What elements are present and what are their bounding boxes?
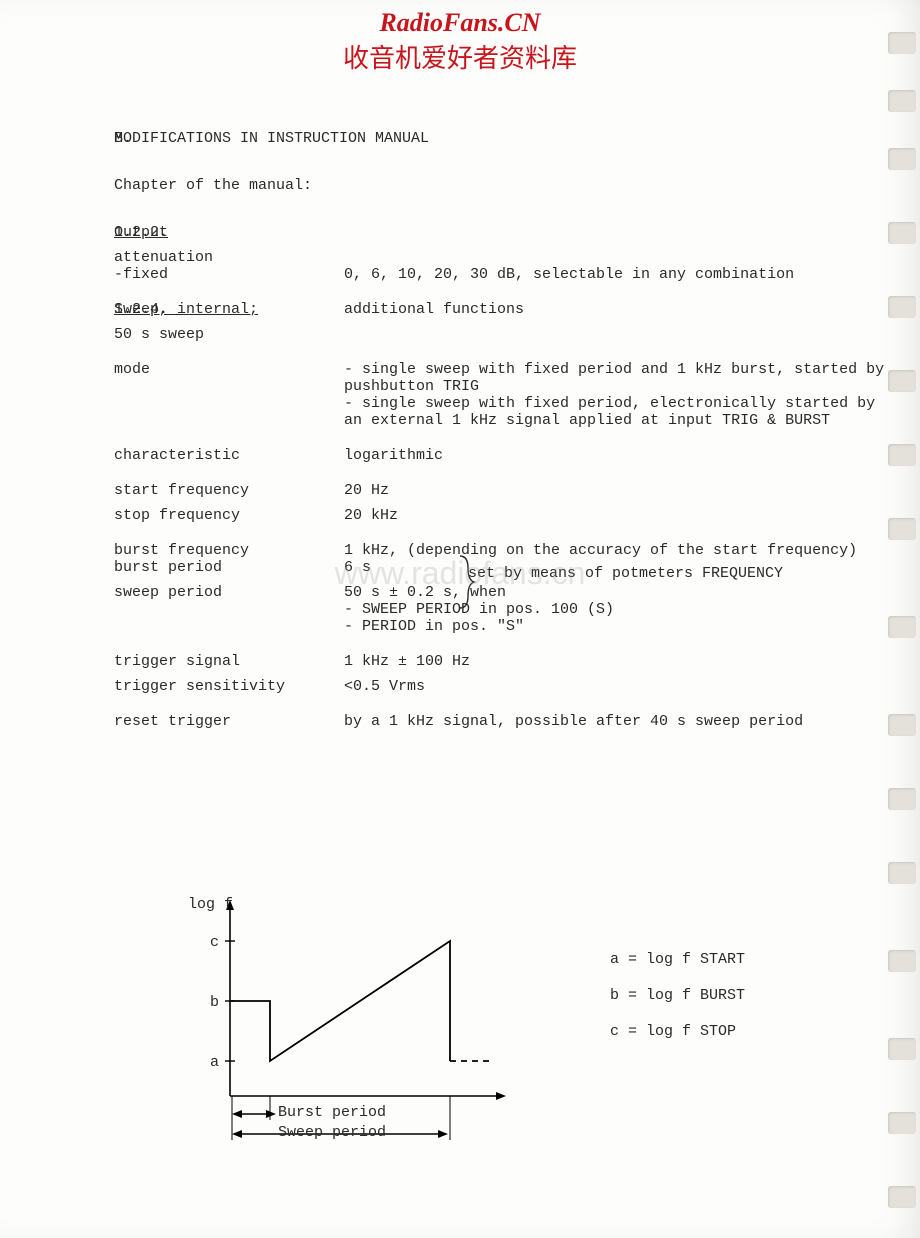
sweep-period-value-2: - SWEEP PERIOD in pos. 100 (S) xyxy=(344,601,890,618)
burst-period-label: burst period xyxy=(114,559,334,576)
legend-c: c = log f STOP xyxy=(610,1014,745,1050)
trigger-sensitivity-value: <0.5 Vrms xyxy=(334,678,890,695)
reset-trigger-label: reset trigger xyxy=(114,713,334,730)
sweep-period-label: sweep period xyxy=(114,584,334,635)
fixed-value: 0, 6, 10, 20, 30 dB, selectable in any c… xyxy=(334,266,890,283)
legend-a: a = log f START xyxy=(610,942,745,978)
y-tick-b: b xyxy=(210,994,219,1011)
watermark-header: RadioFans.CN 收音机爱好者资料库 xyxy=(0,8,920,75)
sweep-period-value-3: - PERIOD in pos. "S" xyxy=(344,618,890,635)
mode-line-2: - single sweep with fixed period, electr… xyxy=(344,395,890,429)
punch-hole xyxy=(888,90,916,112)
diagram-legend: a = log f START b = log f BURST c = log … xyxy=(610,942,745,1050)
punch-hole xyxy=(888,950,916,972)
punch-hole xyxy=(888,616,916,638)
stop-frequency-label: stop frequency xyxy=(114,507,334,524)
sweep-period-value-1: 50 s ± 0.2 s, when xyxy=(344,584,890,601)
section-title: MODIFICATIONS IN INSTRUCTION MANUAL xyxy=(114,130,890,147)
chapter-line: Chapter of the manual: xyxy=(114,177,890,194)
punch-hole xyxy=(888,148,916,170)
trigger-signal-label: trigger signal xyxy=(114,653,334,670)
punch-hole xyxy=(888,714,916,736)
sweep-50s: 50 s sweep xyxy=(114,326,334,343)
stop-frequency-value: 20 kHz xyxy=(334,507,890,524)
mode-line-1: - single sweep with fixed period and 1 k… xyxy=(344,361,890,395)
reset-trigger-value: by a 1 kHz signal, possible after 40 s s… xyxy=(334,713,890,730)
start-frequency-value: 20 Hz xyxy=(334,482,890,499)
site-name-cn: 收音机爱好者资料库 xyxy=(0,38,920,75)
trigger-sensitivity-label: trigger sensitivity xyxy=(114,678,334,695)
sweep-period-label: Sweep period xyxy=(278,1124,386,1141)
punch-hole xyxy=(888,444,916,466)
characteristic-label: characteristic xyxy=(114,447,334,464)
y-axis-label: log f xyxy=(188,896,233,913)
burst-frequency-label: burst frequency xyxy=(114,542,334,559)
subsection-title-value: additional functions xyxy=(334,301,890,318)
trigger-signal-value: 1 kHz ± 100 Hz xyxy=(334,653,890,670)
attenuation-label: attenuation xyxy=(114,249,334,266)
burst-frequency-value: 1 kHz, (depending on the accuracy of the… xyxy=(334,542,890,559)
y-tick-a: a xyxy=(210,1054,219,1071)
punch-hole xyxy=(888,370,916,392)
section-letter: B. xyxy=(30,130,114,147)
fixed-label: -fixed xyxy=(114,266,334,283)
punch-hole xyxy=(888,222,916,244)
brace-note: set by means of potmeters FREQUENCY xyxy=(468,565,783,582)
brace-icon xyxy=(456,552,476,612)
document-body: B. MODIFICATIONS IN INSTRUCTION MANUAL C… xyxy=(30,130,890,730)
legend-b: b = log f BURST xyxy=(610,978,745,1014)
subsection-title: Output xyxy=(114,224,334,241)
punch-hole xyxy=(888,518,916,540)
y-tick-c: c xyxy=(210,934,219,951)
punch-hole xyxy=(888,1186,916,1208)
burst-period-label: Burst period xyxy=(278,1104,386,1121)
subsection-title: Sweep, internal; xyxy=(114,301,258,318)
subsection-num: 1.2.2. xyxy=(30,224,114,241)
mode-label: mode xyxy=(114,361,334,429)
characteristic-value: logarithmic xyxy=(334,447,890,464)
start-frequency-label: start frequency xyxy=(114,482,334,499)
page: RadioFans.CN 收音机爱好者资料库 www.radiofans.cn … xyxy=(0,0,920,1238)
punch-hole xyxy=(888,296,916,318)
punch-hole xyxy=(888,1038,916,1060)
sweep-diagram: log f c b a Burst period Sweep period a … xyxy=(180,896,880,1176)
site-name-en: RadioFans.CN xyxy=(379,8,540,38)
punch-hole xyxy=(888,788,916,810)
punch-hole xyxy=(888,862,916,884)
punch-hole xyxy=(888,1112,916,1134)
subsection-num: 1.2.4. xyxy=(30,301,114,318)
